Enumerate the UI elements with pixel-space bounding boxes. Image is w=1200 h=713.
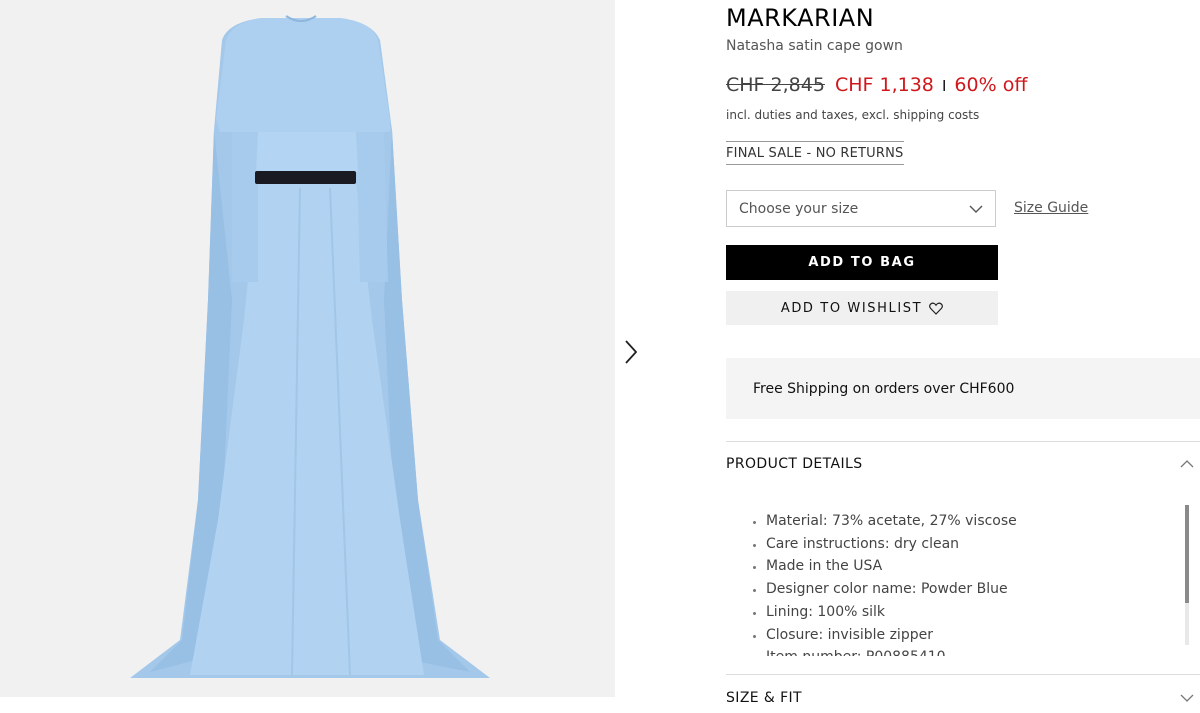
add-to-bag-label: ADD TO BAG bbox=[808, 255, 916, 270]
chevron-down-icon bbox=[1180, 694, 1194, 702]
list-item: Closure: invisible zipper bbox=[766, 624, 1186, 647]
brand-name[interactable]: MARKARIAN bbox=[726, 4, 874, 32]
add-to-wishlist-label: ADD TO WISHLIST bbox=[780, 300, 923, 316]
free-shipping-text: Free Shipping on orders over CHF600 bbox=[753, 380, 1015, 397]
size-select-placeholder: Choose your size bbox=[739, 200, 859, 217]
chevron-up-icon bbox=[1180, 460, 1194, 468]
product-name: Natasha satin cape gown bbox=[726, 38, 903, 54]
list-item: Material: 73% acetate, 27% viscose bbox=[766, 510, 1186, 533]
list-item: Care instructions: dry clean bbox=[766, 533, 1186, 556]
price-row: CHF 2,845 CHF 1,138 I 60% off bbox=[726, 74, 1027, 96]
scrollbar-thumb[interactable] bbox=[1185, 505, 1189, 603]
size-fit-toggle[interactable]: SIZE & FIT bbox=[726, 690, 1194, 706]
list-item: Made in the USA bbox=[766, 555, 1186, 578]
add-to-bag-button[interactable]: ADD TO BAG bbox=[726, 245, 998, 280]
list-item: Designer color name: Powder Blue bbox=[766, 578, 1186, 601]
heart-icon bbox=[929, 302, 944, 315]
sale-price: CHF 1,138 bbox=[834, 74, 934, 96]
original-price: CHF 2,845 bbox=[726, 74, 825, 96]
next-image-button[interactable] bbox=[616, 336, 646, 368]
discount-label: 60% off bbox=[954, 74, 1028, 96]
size-guide-link[interactable]: Size Guide bbox=[1014, 200, 1088, 216]
list-item: Item number: P00885410 bbox=[766, 646, 1186, 656]
product-image-gallery bbox=[0, 0, 615, 697]
chevron-down-icon bbox=[969, 205, 983, 213]
details-scrollbar[interactable] bbox=[1185, 505, 1189, 645]
size-fit-title: SIZE & FIT bbox=[726, 690, 803, 706]
add-to-wishlist-button[interactable]: ADD TO WISHLIST bbox=[726, 291, 998, 325]
free-shipping-banner: Free Shipping on orders over CHF600 bbox=[726, 358, 1200, 419]
price-separator: I bbox=[941, 77, 947, 95]
product-info-panel: MARKARIAN Natasha satin cape gown CHF 2,… bbox=[726, 0, 1200, 713]
product-details-title: PRODUCT DETAILS bbox=[726, 456, 863, 472]
final-sale-notice: FINAL SALE - NO RETURNS bbox=[726, 141, 904, 165]
chevron-right-icon bbox=[625, 340, 638, 364]
product-details-toggle[interactable]: PRODUCT DETAILS bbox=[726, 456, 1194, 472]
divider bbox=[726, 674, 1200, 675]
product-details-list: Material: 73% acetate, 27% viscose Care … bbox=[726, 510, 1186, 656]
size-select[interactable]: Choose your size bbox=[726, 190, 996, 227]
tax-note: incl. duties and taxes, excl. shipping c… bbox=[726, 108, 980, 122]
gown-image[interactable] bbox=[0, 0, 615, 697]
list-item: Lining: 100% silk bbox=[766, 601, 1186, 624]
divider bbox=[726, 441, 1200, 442]
